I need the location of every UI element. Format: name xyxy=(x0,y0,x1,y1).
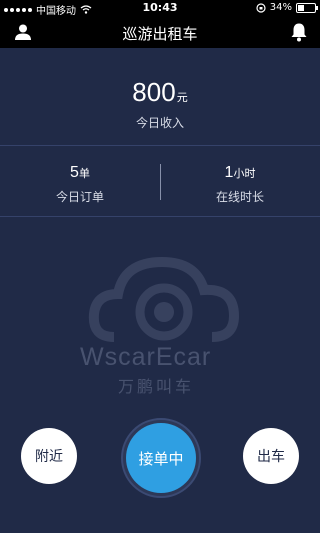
online-label: 在线时长 xyxy=(215,190,264,204)
accept-orders-button[interactable]: 接单中 xyxy=(126,423,196,493)
income-value: 800 xyxy=(132,77,176,107)
orders-unit: 单 xyxy=(78,167,90,180)
orders-value: 5 xyxy=(70,164,79,181)
online-value-group: 1小时 xyxy=(160,162,320,182)
income-unit: 元 xyxy=(176,91,188,104)
income-amount: 800元 xyxy=(0,77,320,108)
divider-bottom xyxy=(0,216,320,217)
watermark-brand-cn: 万鹏叫车 xyxy=(118,377,195,396)
battery-percent: 34% xyxy=(269,2,292,13)
income-label: 今日收入 xyxy=(135,116,184,130)
watermark-brand-en: WscarEcar xyxy=(80,343,212,371)
bell-icon[interactable] xyxy=(290,22,308,42)
nearby-button[interactable]: 附近 xyxy=(21,428,77,484)
stats-section: 5单 今日订单 1小时 在线时长 xyxy=(0,146,320,216)
status-right: 34% xyxy=(256,2,318,13)
status-bar: 中国移动 10:43 34% xyxy=(0,0,320,17)
rotation-lock-icon xyxy=(256,2,266,13)
battery-icon xyxy=(296,2,318,13)
online-unit: 小时 xyxy=(233,167,256,180)
orders-label: 今日订单 xyxy=(55,190,104,204)
orders-value-group: 5单 xyxy=(0,162,160,182)
depart-button[interactable]: 出车 xyxy=(243,428,299,484)
header-bar: 巡游出租车 xyxy=(0,16,320,48)
income-section: 800元 今日收入 xyxy=(0,48,320,145)
page-title: 巡游出租车 xyxy=(122,25,198,43)
